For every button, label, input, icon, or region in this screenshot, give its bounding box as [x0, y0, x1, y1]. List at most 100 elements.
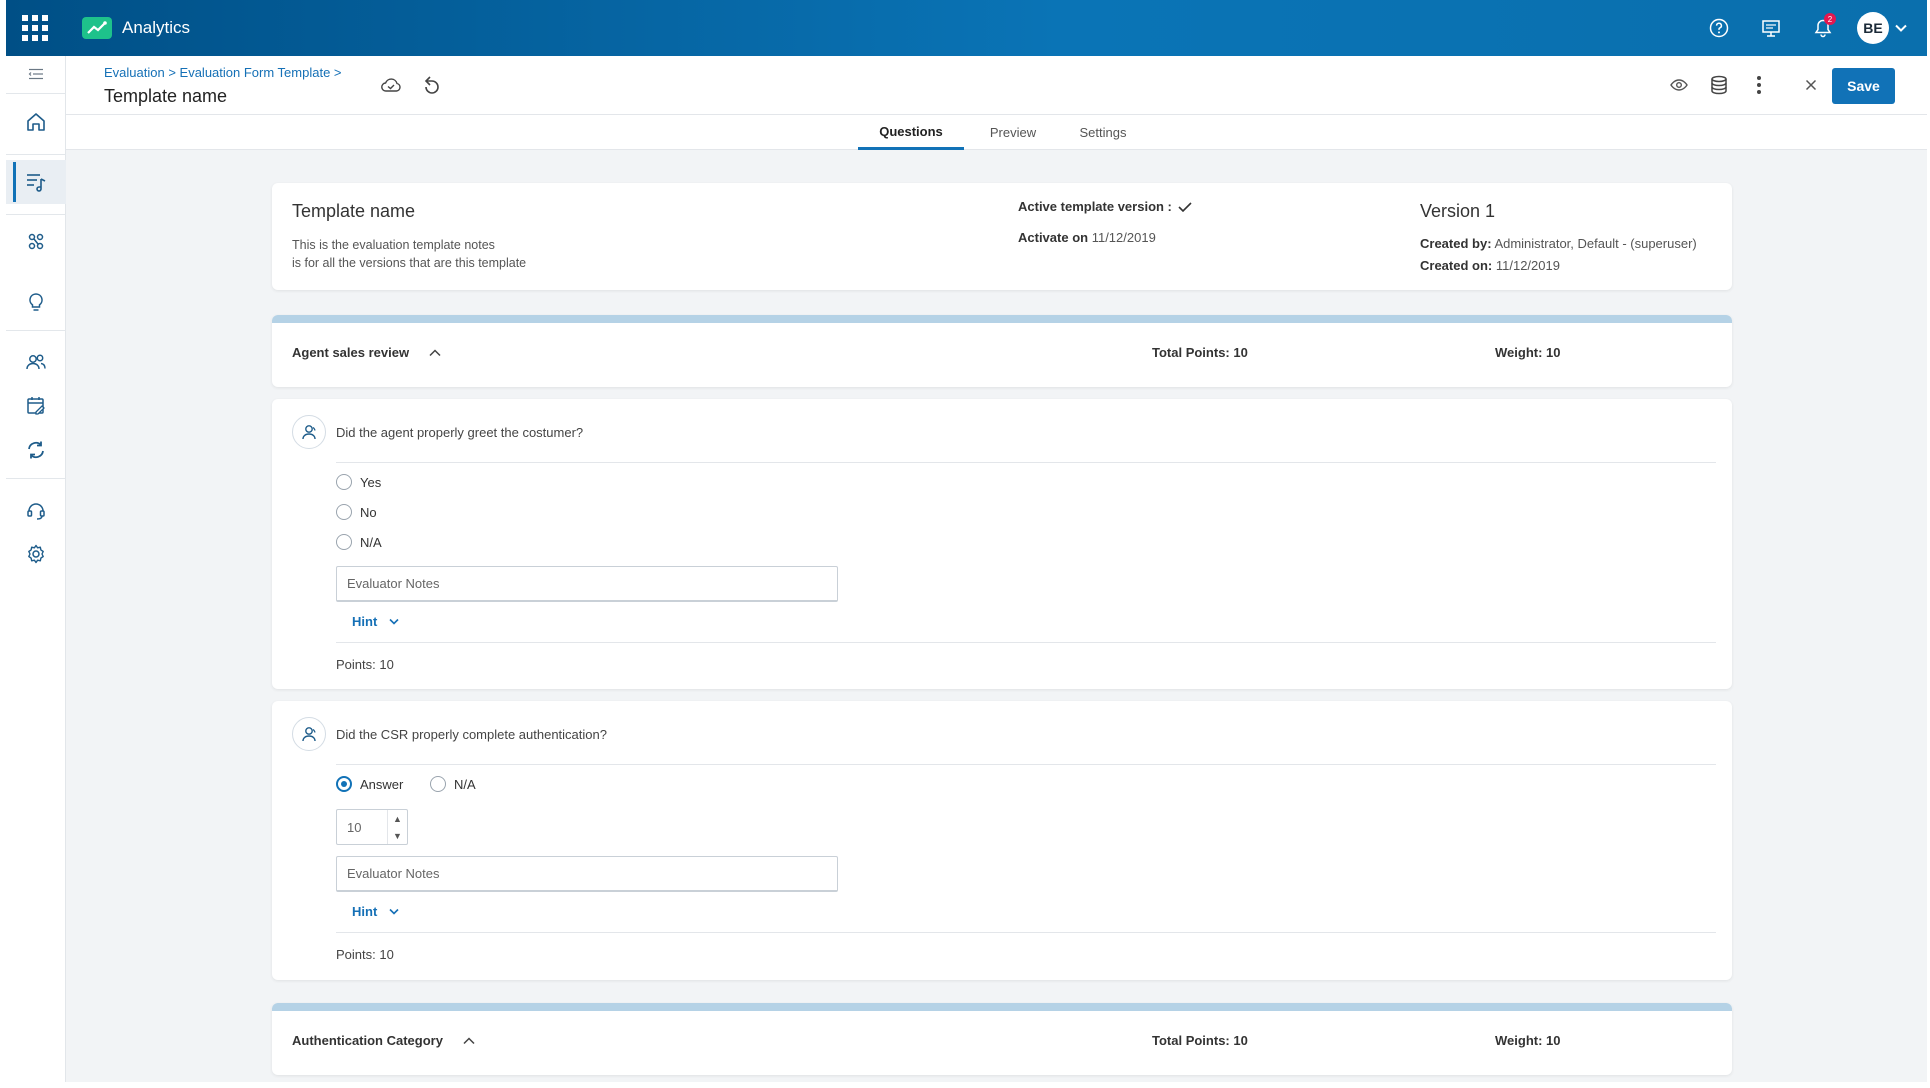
chevron-up-icon[interactable] — [463, 1036, 475, 1045]
question-card: Did the CSR properly complete authentica… — [272, 701, 1732, 980]
page-title: Template name — [104, 86, 228, 106]
tab-bar: Questions Preview Settings — [66, 114, 1927, 150]
section-total-points: Total Points: 10 — [1152, 1033, 1248, 1048]
home-icon[interactable] — [6, 100, 66, 144]
option-label: Answer — [360, 776, 404, 792]
section-weight: Weight: 10 — [1495, 345, 1561, 360]
users-icon[interactable] — [6, 340, 66, 384]
tab-questions[interactable]: Questions — [858, 115, 964, 150]
section-title: Agent sales review — [292, 345, 410, 360]
user-menu[interactable]: BE — [1857, 12, 1907, 44]
question-text: Did the CSR properly complete authentica… — [336, 727, 607, 742]
radio-button[interactable] — [336, 504, 352, 520]
created-on: Created on: 11/12/2019 — [1420, 258, 1560, 273]
template-notes: This is the evaluation template notes is… — [292, 236, 526, 272]
evaluator-notes-input[interactable]: Evaluator Notes — [336, 566, 838, 602]
hint-label: Hint — [352, 904, 378, 919]
tools-icon[interactable] — [6, 220, 66, 264]
radio-button[interactable] — [336, 534, 352, 550]
option-label: Yes — [360, 474, 382, 490]
calendar-edit-icon[interactable] — [6, 384, 66, 428]
close-icon[interactable] — [1796, 70, 1826, 100]
radio-button[interactable] — [336, 474, 352, 490]
section-header[interactable]: Authentication Category — [292, 1033, 475, 1048]
question-points: Points: 10 — [336, 657, 394, 672]
created-by-label: Created by: — [1420, 236, 1492, 251]
activate-on-date: 11/12/2019 — [1091, 230, 1156, 245]
points-stepper[interactable]: 10 ▲ ▼ — [336, 809, 408, 845]
option-label: N/A — [454, 776, 476, 792]
template-info-card: Template name This is the evaluation tem… — [272, 183, 1732, 290]
created-by-value: Administrator, Default - (superuser) — [1494, 236, 1697, 251]
apps-grid-icon[interactable] — [6, 0, 64, 56]
brand[interactable]: Analytics — [82, 17, 190, 39]
page-header: Evaluation > Evaluation Form Template > … — [66, 56, 1927, 114]
activate-on: Activate on 11/12/2019 — [1018, 230, 1156, 245]
option-label: No — [360, 504, 377, 520]
eye-icon[interactable] — [1664, 70, 1694, 100]
created-on-label: Created on: — [1420, 258, 1493, 273]
created-on-value: 11/12/2019 — [1495, 258, 1560, 273]
save-button[interactable]: Save — [1832, 68, 1895, 104]
avatar: BE — [1857, 12, 1889, 44]
database-icon[interactable] — [1704, 70, 1734, 100]
sync-icon[interactable] — [6, 428, 66, 472]
stepper-down-icon[interactable]: ▼ — [388, 827, 407, 844]
lightbulb-icon[interactable] — [6, 280, 66, 324]
question-text: Did the agent properly greet the costume… — [336, 425, 584, 440]
question-card: Did the agent properly greet the costume… — [272, 399, 1732, 689]
undo-icon[interactable] — [416, 70, 446, 100]
section-card: Authentication Category Total Points: 10… — [272, 1003, 1732, 1075]
option-na[interactable]: N/A — [430, 776, 476, 792]
stepper-value[interactable]: 10 — [337, 810, 387, 844]
section-title: Authentication Category — [292, 1033, 443, 1048]
chevron-down-icon — [389, 908, 399, 915]
cloud-check-icon[interactable] — [376, 70, 406, 100]
sidebar — [6, 56, 66, 1082]
activate-on-label: Activate on — [1018, 230, 1089, 245]
option-na[interactable]: N/A — [336, 534, 382, 550]
created-by: Created by: Administrator, Default - (su… — [1420, 236, 1697, 251]
active-version: Active template version : — [1018, 199, 1192, 214]
radio-button-selected[interactable] — [336, 776, 352, 792]
more-vertical-icon[interactable] — [1744, 70, 1774, 100]
analytics-logo-icon — [82, 17, 112, 39]
chevron-up-icon[interactable] — [429, 348, 441, 357]
evaluator-notes-input[interactable]: Evaluator Notes — [336, 856, 838, 892]
tab-settings[interactable]: Settings — [1066, 115, 1140, 150]
template-notes-line: This is the evaluation template notes — [292, 238, 495, 252]
notification-badge: 2 — [1824, 13, 1836, 25]
collapse-menu-icon[interactable] — [6, 56, 66, 92]
headset-icon[interactable] — [6, 488, 66, 532]
chevron-down-icon — [1895, 24, 1907, 32]
agent-icon — [292, 415, 326, 449]
option-no[interactable]: No — [336, 504, 377, 520]
evaluation-icon[interactable] — [6, 160, 66, 204]
option-answer[interactable]: Answer — [336, 776, 403, 792]
option-label: N/A — [360, 534, 382, 550]
app-name: Analytics — [122, 18, 191, 37]
option-yes[interactable]: Yes — [336, 474, 381, 490]
gear-icon[interactable] — [6, 532, 66, 576]
top-bar: Analytics 2 BE — [6, 0, 1927, 56]
app-window: Analytics 2 BE Evaluation > Evaluation F… — [6, 0, 1927, 1082]
agent-icon — [292, 717, 326, 751]
section-card: Agent sales review Total Points: 10 Weig… — [272, 315, 1732, 387]
breadcrumb[interactable]: Evaluation > Evaluation Form Template > — [104, 65, 342, 80]
template-notes-line: is for all the versions that are this te… — [292, 256, 527, 270]
bell-icon[interactable]: 2 — [1797, 0, 1849, 56]
question-points: Points: 10 — [336, 947, 394, 962]
check-icon — [1178, 201, 1192, 212]
section-header[interactable]: Agent sales review — [292, 345, 441, 360]
radio-button[interactable] — [430, 776, 446, 792]
hint-toggle[interactable]: Hint — [352, 904, 399, 919]
active-version-label: Active template version : — [1018, 199, 1172, 214]
stepper-up-icon[interactable]: ▲ — [388, 810, 407, 827]
template-title: Template name — [292, 201, 416, 221]
help-icon[interactable] — [1693, 0, 1745, 56]
tab-preview[interactable]: Preview — [976, 115, 1050, 150]
hint-toggle[interactable]: Hint — [352, 614, 399, 629]
chevron-down-icon — [389, 618, 399, 625]
version-label: Version 1 — [1420, 201, 1496, 221]
presentation-icon[interactable] — [1745, 0, 1797, 56]
